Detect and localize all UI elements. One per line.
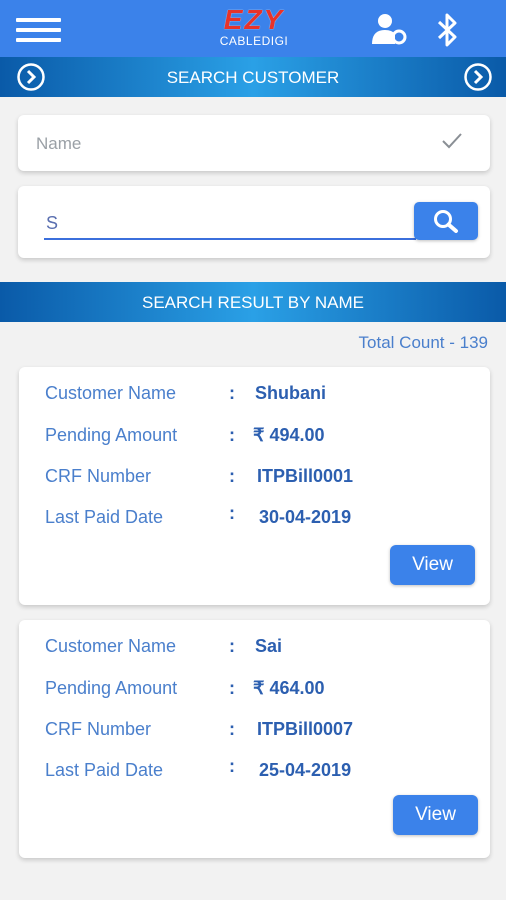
row-colon: : — [229, 425, 235, 445]
pending-amount-value: ₹ 494.00 — [253, 425, 325, 445]
customer-name-row: Customer Name : Shubani — [19, 383, 490, 409]
last-paid-date-value: 25-04-2019 — [259, 760, 352, 780]
last-paid-date-row: Last Paid Date : 25-04-2019 — [19, 756, 490, 786]
customer-name-value: Sai — [255, 636, 283, 656]
row-colon: : — [229, 719, 235, 739]
search-input[interactable] — [44, 208, 416, 240]
customer-name-row: Customer Name : Sai — [19, 636, 490, 662]
search-results-title: SEARCH RESULT BY NAME — [141, 293, 364, 312]
customer-name-label: Customer Name — [45, 636, 177, 656]
last-paid-date-row: Last Paid Date : 30-04-2019 — [19, 503, 490, 533]
logo-sub-text: CABLEDIGI — [219, 34, 289, 48]
search-card — [18, 186, 490, 258]
search-customer-title: SEARCH CUSTOMER — [166, 68, 340, 87]
crf-number-label: CRF Number — [45, 466, 152, 486]
check-icon — [442, 133, 462, 149]
row-colon: : — [229, 383, 235, 403]
chevron-right-circle-icon[interactable] — [463, 62, 493, 92]
crf-number-value: ITPBill0007 — [257, 719, 354, 739]
search-icon — [434, 210, 458, 233]
search-results-banner: SEARCH RESULT BY NAME — [0, 282, 506, 322]
last-paid-date-value: 30-04-2019 — [259, 507, 352, 527]
customer-result-card: Customer Name : Sai Pending Amount : ₹ 4… — [19, 620, 490, 858]
search-by-label: Name — [36, 134, 82, 153]
logo-main-text: EZY — [223, 4, 285, 35]
hamburger-menu-icon[interactable] — [16, 18, 61, 42]
row-colon: : — [229, 636, 235, 656]
view-button[interactable]: View — [393, 795, 478, 835]
crf-number-value: ITPBill0001 — [257, 466, 354, 486]
customer-name-label: Customer Name — [45, 383, 177, 403]
search-button[interactable] — [414, 202, 478, 240]
crf-number-row: CRF Number : ITPBill0001 — [19, 466, 490, 492]
user-settings-icon[interactable] — [372, 12, 408, 46]
row-colon: : — [229, 756, 235, 776]
crf-number-row: CRF Number : ITPBill0007 — [19, 719, 490, 745]
pending-amount-value: ₹ 464.00 — [253, 678, 325, 698]
pending-amount-label: Pending Amount — [45, 425, 178, 445]
total-count: Total Count - 139 — [358, 333, 488, 352]
row-colon: : — [229, 678, 235, 698]
last-paid-date-label: Last Paid Date — [45, 507, 164, 527]
row-colon: : — [229, 466, 235, 486]
view-button[interactable]: View — [390, 545, 475, 585]
crf-number-label: CRF Number — [45, 719, 152, 739]
pending-amount-row: Pending Amount : ₹ 464.00 — [19, 678, 490, 704]
pending-amount-row: Pending Amount : ₹ 494.00 — [19, 425, 490, 451]
app-bar: EZY CABLEDIGI — [0, 0, 506, 57]
last-paid-date-label: Last Paid Date — [45, 760, 164, 780]
customer-result-card: Customer Name : Shubani Pending Amount :… — [19, 367, 490, 605]
row-colon: : — [229, 503, 235, 523]
bluetooth-icon[interactable] — [432, 12, 462, 48]
app-logo: EZY CABLEDIGI — [212, 6, 296, 54]
search-by-select[interactable]: Name — [18, 115, 490, 171]
customer-name-value: Shubani — [255, 383, 326, 403]
pending-amount-label: Pending Amount — [45, 678, 178, 698]
search-customer-banner: SEARCH CUSTOMER — [0, 57, 506, 97]
